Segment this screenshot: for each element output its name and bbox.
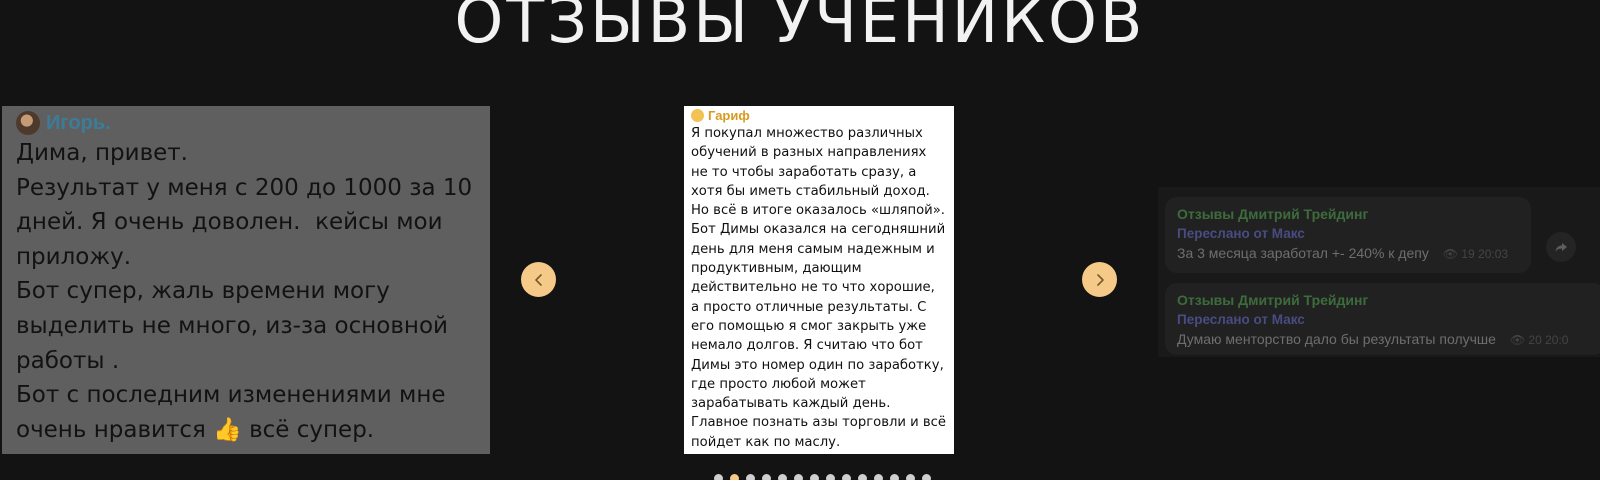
review-author: Гариф [708, 107, 750, 123]
pagination-dot[interactable] [906, 474, 915, 480]
pagination-dot[interactable] [842, 474, 851, 480]
telegram-message: Отзывы Дмитрий Трейдинг Переслано от Мак… [1165, 283, 1600, 355]
review-author: Игорь. [46, 111, 111, 134]
pagination-dot[interactable] [778, 474, 787, 480]
pagination-dot[interactable] [714, 474, 723, 480]
chevron-right-icon [1096, 273, 1104, 286]
avatar [16, 111, 40, 135]
prev-slide-button[interactable] [521, 262, 556, 297]
review-author-row: Гариф [691, 106, 947, 124]
message-views: 20 [1528, 333, 1542, 347]
review-text: Дима, привет. Результат у меня с 200 до … [16, 140, 473, 443]
message-time: 20:0 [1545, 333, 1569, 347]
pagination-dot[interactable] [826, 474, 835, 480]
section-title: ОТЗЫВЫ УЧЕНИКОВ [454, 0, 1146, 57]
eye-icon: 👁 [1442, 247, 1458, 261]
message-channel: Отзывы Дмитрий Трейдинг [1177, 292, 1369, 308]
message-time: 20:03 [1478, 247, 1509, 261]
share-icon [1555, 243, 1567, 252]
pagination-dot[interactable] [874, 474, 883, 480]
chevron-left-icon [534, 273, 542, 286]
review-text: Я покупал множество различных обучений в… [691, 126, 951, 450]
message-views: 19 [1461, 247, 1475, 261]
message-text: За 3 месяца заработал +- 240% к депу [1177, 245, 1429, 261]
eye-icon: 👁 [1509, 333, 1526, 347]
review-card-left: Игорь. Дима, привет. Результат у меня с … [2, 106, 490, 454]
share-button[interactable] [1546, 232, 1576, 262]
message-channel: Отзывы Дмитрий Трейдинг [1177, 206, 1369, 222]
next-slide-button[interactable] [1082, 262, 1117, 297]
message-meta: 👁 19 20:03 [1443, 247, 1508, 261]
pagination-dot[interactable] [858, 474, 867, 480]
pagination-dot[interactable] [762, 474, 771, 480]
message-forwarded: Переслано от Макс [1177, 312, 1305, 327]
message-meta: 👁 20 20:0 [1510, 333, 1569, 347]
pagination-dot[interactable] [890, 474, 899, 480]
review-card-center: Гариф Я покупал множество различных обуч… [684, 106, 954, 454]
message-body: Думаю менторство дало бы результаты полу… [1177, 329, 1593, 350]
pagination-dot[interactable] [794, 474, 803, 480]
pagination-dot[interactable] [730, 474, 739, 480]
message-forwarded: Переслано от Макс [1177, 226, 1305, 241]
pagination-dot[interactable] [922, 474, 931, 480]
pagination-dots [714, 474, 931, 480]
message-text: Думаю менторство дало бы результаты полу… [1177, 331, 1496, 347]
pagination-dot[interactable] [746, 474, 755, 480]
review-card-right: Отзывы Дмитрий Трейдинг Переслано от Мак… [1158, 187, 1600, 357]
pagination-dot[interactable] [810, 474, 819, 480]
avatar [691, 108, 704, 122]
message-body: За 3 месяца заработал +- 240% к депу 👁 1… [1177, 243, 1519, 264]
review-author-row: Игорь. [16, 110, 476, 136]
telegram-message: Отзывы Дмитрий Трейдинг Переслано от Мак… [1165, 197, 1531, 273]
